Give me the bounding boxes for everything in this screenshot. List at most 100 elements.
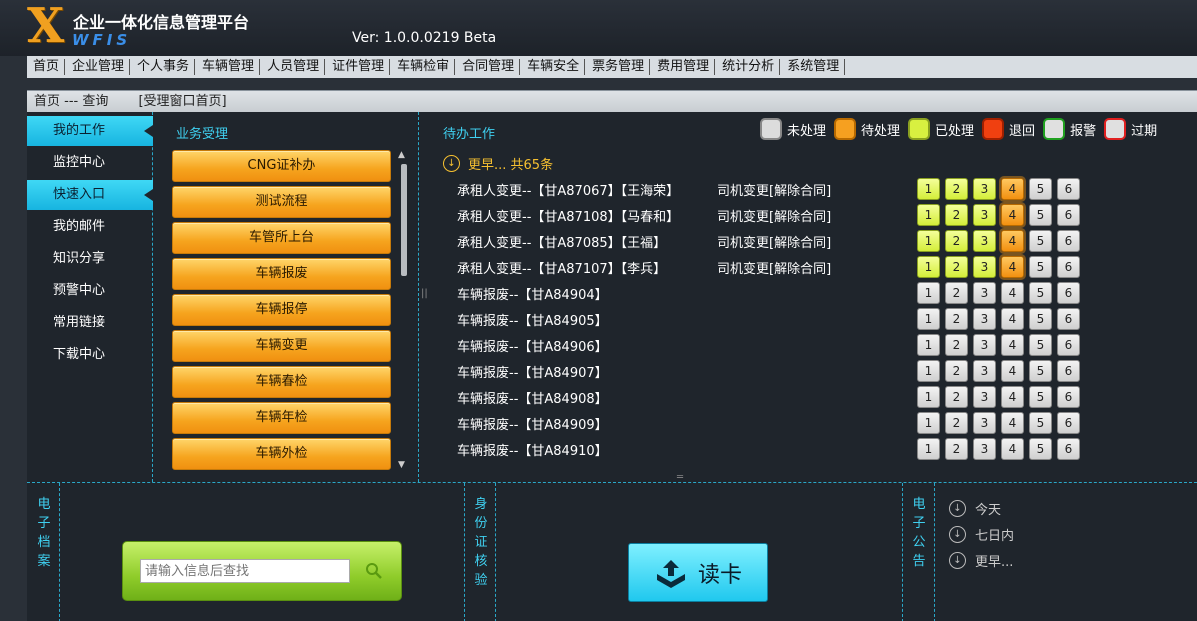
menu-item-downloads[interactable]: 下载中心 xyxy=(27,340,153,370)
step-badge[interactable]: 5 xyxy=(1029,360,1052,382)
nav-item-contracts[interactable]: 合同管理 xyxy=(455,59,521,75)
todo-row[interactable]: 车辆报废--【甘A84910】 1 2 3 4 5 6 xyxy=(457,436,1157,462)
step-badge[interactable]: 4 xyxy=(1001,438,1024,460)
nav-item-enterprise[interactable]: 企业管理 xyxy=(65,59,131,75)
todo-row-text[interactable]: 车辆报废--【甘A84905】 xyxy=(457,310,608,329)
step-badge[interactable]: 5 xyxy=(1029,230,1052,252)
menu-item-links[interactable]: 常用链接 xyxy=(27,308,153,338)
step-badge[interactable]: 5 xyxy=(1029,308,1052,330)
business-button-annual-inspection[interactable]: 车辆年检 xyxy=(172,402,391,434)
step-badge[interactable]: 5 xyxy=(1029,412,1052,434)
step-badge[interactable]: 1 xyxy=(917,230,940,252)
business-button-vehicle-suspend[interactable]: 车辆报停 xyxy=(172,294,391,326)
archive-search-input[interactable] xyxy=(140,559,350,583)
todo-row[interactable]: 承租人变更--【甘A87067】【王海荣】 司机变更[解除合同] 1 2 3 4 5 6 xyxy=(457,176,1157,202)
step-badge[interactable]: 6 xyxy=(1057,412,1080,434)
read-card-button[interactable]: 读卡 xyxy=(628,543,768,602)
panel-splitter[interactable]: || xyxy=(421,288,428,299)
step-badge[interactable]: 4 xyxy=(1001,204,1024,226)
breadcrumb-path[interactable]: 首页 --- 查询 xyxy=(34,94,108,109)
step-badge[interactable]: 1 xyxy=(917,412,940,434)
todo-row[interactable]: 承租人变更--【甘A87085】【王福】 司机变更[解除合同] 1 2 3 4 5 6 xyxy=(457,228,1157,254)
todo-row-text[interactable]: 车辆报废--【甘A84907】 xyxy=(457,362,608,381)
business-button-spring-inspection[interactable]: 车辆春检 xyxy=(172,366,391,398)
todo-row-text[interactable]: 车辆报废--【甘A84904】 xyxy=(457,284,608,303)
step-badge[interactable]: 5 xyxy=(1029,438,1052,460)
step-badge[interactable]: 5 xyxy=(1029,256,1052,278)
todo-row[interactable]: 车辆报废--【甘A84906】 1 2 3 4 5 6 xyxy=(457,332,1157,358)
step-badge[interactable]: 3 xyxy=(973,334,996,356)
business-scrollbar-thumb[interactable] xyxy=(401,164,407,276)
todo-row-text[interactable]: 车辆报废--【甘A84908】 xyxy=(457,388,608,407)
todo-row[interactable]: 承租人变更--【甘A87108】【马春和】 司机变更[解除合同] 1 2 3 4 5 6 xyxy=(457,202,1157,228)
step-badge[interactable]: 6 xyxy=(1057,178,1080,200)
business-button-vehicle-scrap[interactable]: 车辆报废 xyxy=(172,258,391,290)
triangle-down-icon[interactable]: ▼ xyxy=(398,460,405,470)
step-badge[interactable]: 6 xyxy=(1057,204,1080,226)
step-badge[interactable]: 4 xyxy=(1001,256,1024,278)
step-badge[interactable]: 6 xyxy=(1057,282,1080,304)
nav-item-home[interactable]: 首页 xyxy=(27,59,66,75)
notice-earlier[interactable]: ↓ 更早... xyxy=(949,547,1014,573)
step-badge[interactable]: 2 xyxy=(945,308,968,330)
step-badge[interactable]: 2 xyxy=(945,178,968,200)
step-badge[interactable]: 4 xyxy=(1001,178,1024,200)
step-badge[interactable]: 5 xyxy=(1029,178,1052,200)
todo-row[interactable]: 承租人变更--【甘A87107】【李兵】 司机变更[解除合同] 1 2 3 4 5 6 xyxy=(457,254,1157,280)
business-button-external-inspection[interactable]: 车辆外检 xyxy=(172,438,391,470)
step-badge[interactable]: 2 xyxy=(945,282,968,304)
menu-item-knowledge[interactable]: 知识分享 xyxy=(27,244,153,274)
step-badge[interactable]: 2 xyxy=(945,334,968,356)
step-badge[interactable]: 3 xyxy=(973,282,996,304)
step-badge[interactable]: 4 xyxy=(1001,282,1024,304)
todo-row[interactable]: 车辆报废--【甘A84907】 1 2 3 4 5 6 xyxy=(457,358,1157,384)
step-badge[interactable]: 2 xyxy=(945,230,968,252)
step-badge[interactable]: 1 xyxy=(917,438,940,460)
step-badge[interactable]: 1 xyxy=(917,282,940,304)
step-badge[interactable]: 6 xyxy=(1057,230,1080,252)
step-badge[interactable]: 1 xyxy=(917,334,940,356)
step-badge[interactable]: 5 xyxy=(1029,282,1052,304)
menu-item-monitor[interactable]: 监控中心 xyxy=(27,148,153,178)
nav-item-fees[interactable]: 费用管理 xyxy=(650,59,716,75)
step-badge[interactable]: 1 xyxy=(917,178,940,200)
step-badge[interactable]: 6 xyxy=(1057,360,1080,382)
step-badge[interactable]: 2 xyxy=(945,412,968,434)
step-badge[interactable]: 3 xyxy=(973,204,996,226)
todo-more-link[interactable]: ↓ 更早... 共65条 xyxy=(443,154,553,173)
todo-row-text[interactable]: 车辆报废--【甘A84910】 xyxy=(457,440,608,459)
step-badge[interactable]: 3 xyxy=(973,230,996,252)
nav-item-system[interactable]: 系统管理 xyxy=(780,59,846,75)
step-badge[interactable]: 3 xyxy=(973,412,996,434)
todo-row-text[interactable]: 承租人变更--【甘A87107】【李兵】 xyxy=(457,258,666,277)
step-badge[interactable]: 3 xyxy=(973,360,996,382)
step-badge[interactable]: 4 xyxy=(1001,334,1024,356)
step-badge[interactable]: 2 xyxy=(945,256,968,278)
step-badge[interactable]: 1 xyxy=(917,256,940,278)
todo-row[interactable]: 车辆报废--【甘A84905】 1 2 3 4 5 6 xyxy=(457,306,1157,332)
nav-item-vehicle-inspection[interactable]: 车辆检审 xyxy=(390,59,456,75)
nav-item-statistics[interactable]: 统计分析 xyxy=(715,59,781,75)
todo-row-text[interactable]: 承租人变更--【甘A87067】【王海荣】 xyxy=(457,180,679,199)
nav-item-vehicle[interactable]: 车辆管理 xyxy=(195,59,261,75)
step-badge[interactable]: 2 xyxy=(945,360,968,382)
search-icon[interactable] xyxy=(363,560,385,582)
menu-item-my-work[interactable]: 我的工作 xyxy=(27,116,153,146)
nav-item-tickets[interactable]: 票务管理 xyxy=(585,59,651,75)
business-button-vehicle-change[interactable]: 车辆变更 xyxy=(172,330,391,362)
step-badge[interactable]: 1 xyxy=(917,386,940,408)
step-badge[interactable]: 4 xyxy=(1001,230,1024,252)
step-badge[interactable]: 4 xyxy=(1001,386,1024,408)
notice-week[interactable]: ↓ 七日内 xyxy=(949,521,1014,547)
step-badge[interactable]: 5 xyxy=(1029,386,1052,408)
todo-row-text[interactable]: 承租人变更--【甘A87085】【王福】 xyxy=(457,232,666,251)
step-badge[interactable]: 3 xyxy=(973,438,996,460)
business-button-dmv-register[interactable]: 车管所上台 xyxy=(172,222,391,254)
step-badge[interactable]: 6 xyxy=(1057,334,1080,356)
triangle-up-icon[interactable]: ▲ xyxy=(398,150,405,160)
step-badge[interactable]: 1 xyxy=(917,204,940,226)
step-badge[interactable]: 6 xyxy=(1057,308,1080,330)
step-badge[interactable]: 1 xyxy=(917,308,940,330)
menu-item-warning[interactable]: 预警中心 xyxy=(27,276,153,306)
todo-row-text[interactable]: 车辆报废--【甘A84906】 xyxy=(457,336,608,355)
